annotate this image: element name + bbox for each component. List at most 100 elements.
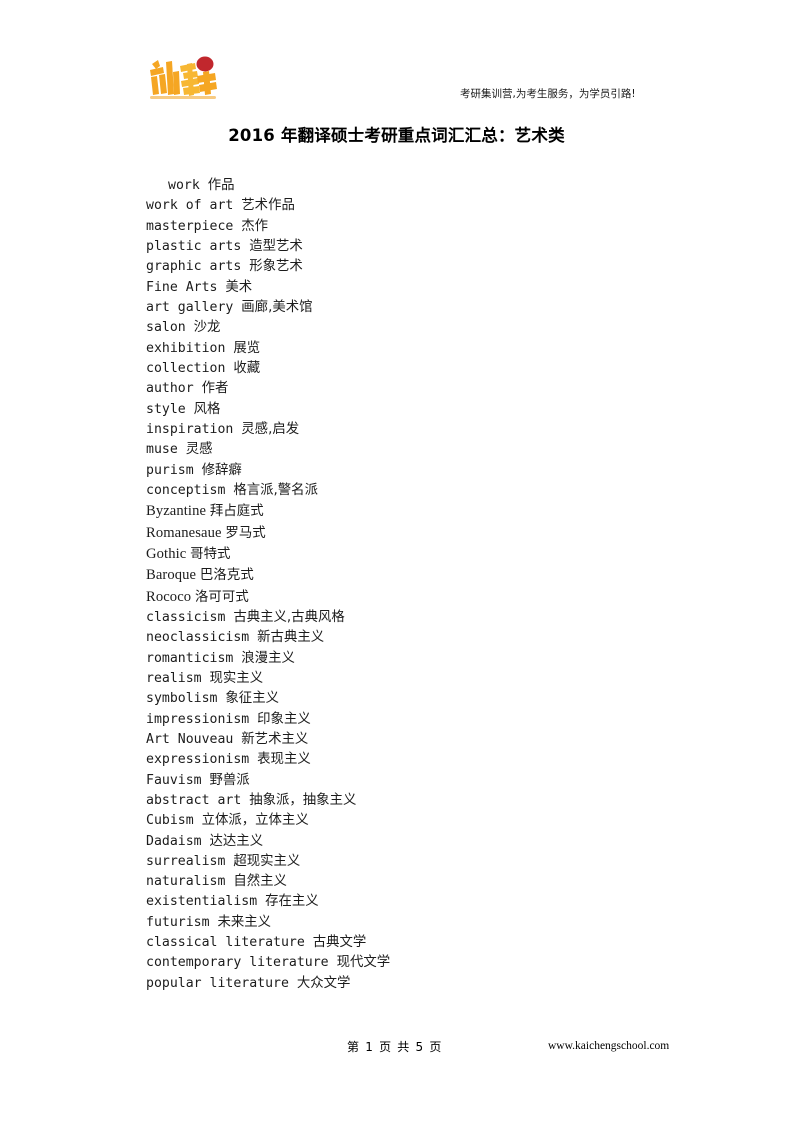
term-english: Romanesaue: [146, 524, 222, 541]
term-chinese: 立体派，立体主义: [201, 813, 309, 829]
term-chinese: 巴洛克式: [199, 568, 254, 584]
term-english: Rococo: [146, 588, 192, 605]
term-chinese: 大众文学: [296, 975, 351, 991]
term-chinese: 修辞癖: [201, 462, 242, 478]
vocabulary-entry: classical literature 古典文学: [146, 933, 746, 953]
term-chinese: 表现主义: [257, 752, 311, 768]
term-english: Fauvism: [146, 772, 202, 788]
term-english: classical literature: [146, 935, 305, 951]
page-indicator: 第 1 页 共 5 页: [347, 1040, 443, 1054]
term-chinese: 画廊,美术馆: [241, 299, 313, 315]
term-english: naturalism: [146, 874, 226, 890]
vocabulary-entry: Gothic 哥特式: [146, 544, 746, 565]
term-chinese: 古典主义,古典风格: [233, 609, 345, 625]
term-english: Gothic: [146, 545, 187, 562]
term-chinese: 自然主义: [233, 874, 287, 890]
term-chinese: 收藏: [233, 360, 261, 376]
term-chinese: 风格: [193, 401, 221, 417]
term-chinese: 野兽派: [209, 772, 250, 788]
term-english: graphic arts: [146, 259, 242, 275]
term-english: impressionism: [146, 711, 250, 727]
term-chinese: 象征主义: [225, 691, 279, 707]
term-english: art gallery: [146, 299, 234, 315]
vocabulary-entry: Byzantine 拜占庭式: [146, 501, 746, 522]
document-page: 考研集训营,为考生服务，为学员引路! 2016 年翻译硕士考研重点词汇汇总：艺术…: [0, 0, 793, 1122]
vocabulary-entry: Dadaism 达达主义: [146, 832, 746, 852]
vocabulary-entry: surrealism 超现实主义: [146, 852, 746, 872]
kaicheng-logo: [147, 50, 219, 102]
vocabulary-entry: Cubism 立体派，立体主义: [146, 811, 746, 831]
vocabulary-entry: Baroque 巴洛克式: [146, 565, 746, 586]
term-english: existentialism: [146, 894, 258, 910]
term-english: inspiration: [146, 421, 234, 437]
term-chinese: 新艺术主义: [241, 731, 309, 747]
vocabulary-entry: muse 灵感: [146, 440, 746, 460]
vocabulary-entry: romanticism 浪漫主义: [146, 649, 746, 669]
vocabulary-entry: abstract art 抽象派，抽象主义: [146, 791, 746, 811]
term-chinese: 超现实主义: [233, 853, 301, 869]
vocabulary-entry: realism 现实主义: [146, 669, 746, 689]
vocabulary-entry: art gallery 画廊,美术馆: [146, 298, 746, 318]
term-english: Byzantine: [146, 503, 207, 520]
vocabulary-entry: existentialism 存在主义: [146, 892, 746, 912]
term-chinese: 新古典主义: [257, 630, 325, 646]
page-title: 2016 年翻译硕士考研重点词汇汇总：艺术类: [228, 126, 565, 145]
term-english: symbolism: [146, 691, 218, 707]
term-english: Cubism: [146, 813, 194, 829]
vocabulary-entry: classicism 古典主义,古典风格: [146, 608, 746, 628]
vocabulary-entry: inspiration 灵感,启发: [146, 420, 746, 440]
vocabulary-entry: Rococo 洛可可式: [146, 587, 746, 608]
term-chinese: 未来主义: [217, 914, 272, 930]
vocabulary-entry: author 作者: [146, 379, 746, 399]
term-chinese: 古典文学: [312, 935, 367, 951]
term-english: classicism: [146, 609, 226, 625]
vocabulary-entry: symbolism 象征主义: [146, 689, 746, 709]
term-chinese: 现实主义: [209, 670, 264, 686]
vocabulary-entry: Art Nouveau 新艺术主义: [146, 730, 746, 750]
term-chinese: 灵感,启发: [241, 421, 300, 437]
vocabulary-entry: Fauvism 野兽派: [146, 771, 746, 791]
vocabulary-entry: popular literature 大众文学: [146, 974, 746, 994]
term-english: abstract art: [146, 792, 242, 808]
term-chinese: 格言派,警名派: [233, 482, 318, 498]
term-english: Baroque: [146, 567, 197, 584]
term-chinese: 浪漫主义: [241, 650, 295, 666]
term-chinese: 沙龙: [193, 320, 221, 336]
term-chinese: 展览: [233, 340, 261, 356]
term-chinese: 造型艺术: [249, 238, 303, 254]
vocabulary-entry: Romanesaue 罗马式: [146, 523, 746, 544]
term-english: masterpiece: [146, 218, 234, 234]
vocabulary-entry: contemporary literature 现代文学: [146, 953, 746, 973]
term-english: muse: [146, 442, 178, 458]
document-footer: 第 1 页 共 5 页 www.kaichengschool.com: [0, 1038, 793, 1068]
term-english: futurism: [146, 914, 210, 930]
term-chinese: 印象主义: [257, 711, 311, 727]
vocabulary-entry: collection 收藏: [146, 359, 746, 379]
term-english: collection: [146, 360, 226, 376]
document-header: 考研集训营,为考生服务，为学员引路!: [0, 0, 793, 112]
term-english: purism: [146, 462, 194, 478]
vocabulary-entry: futurism 未来主义: [146, 913, 746, 933]
term-english: work of art: [146, 198, 234, 214]
term-english: romanticism: [146, 650, 234, 666]
term-english: Dadaism: [146, 833, 202, 849]
term-english: author: [146, 381, 194, 397]
term-english: neoclassicism: [146, 630, 250, 646]
vocabulary-entry: conceptism 格言派,警名派: [146, 481, 746, 501]
term-chinese: 形象艺术: [249, 259, 303, 275]
term-english: surrealism: [146, 853, 226, 869]
vocabulary-entry: plastic arts 造型艺术: [146, 237, 746, 257]
term-english: salon: [146, 320, 186, 336]
term-chinese: 现代文学: [336, 955, 391, 971]
vocabulary-entry: purism 修辞癖: [146, 461, 746, 481]
footer-website: www.kaichengschool.com: [548, 1040, 670, 1052]
term-english: exhibition: [146, 340, 226, 356]
vocabulary-entry: impressionism 印象主义: [146, 710, 746, 730]
term-chinese: 哥特式: [190, 546, 231, 562]
term-chinese: 美术: [225, 279, 253, 295]
term-chinese: 罗马式: [225, 525, 266, 541]
term-chinese: 作者: [201, 381, 229, 397]
vocabulary-entry: naturalism 自然主义: [146, 872, 746, 892]
term-english: plastic arts: [146, 238, 242, 254]
term-english: popular literature: [146, 975, 289, 991]
